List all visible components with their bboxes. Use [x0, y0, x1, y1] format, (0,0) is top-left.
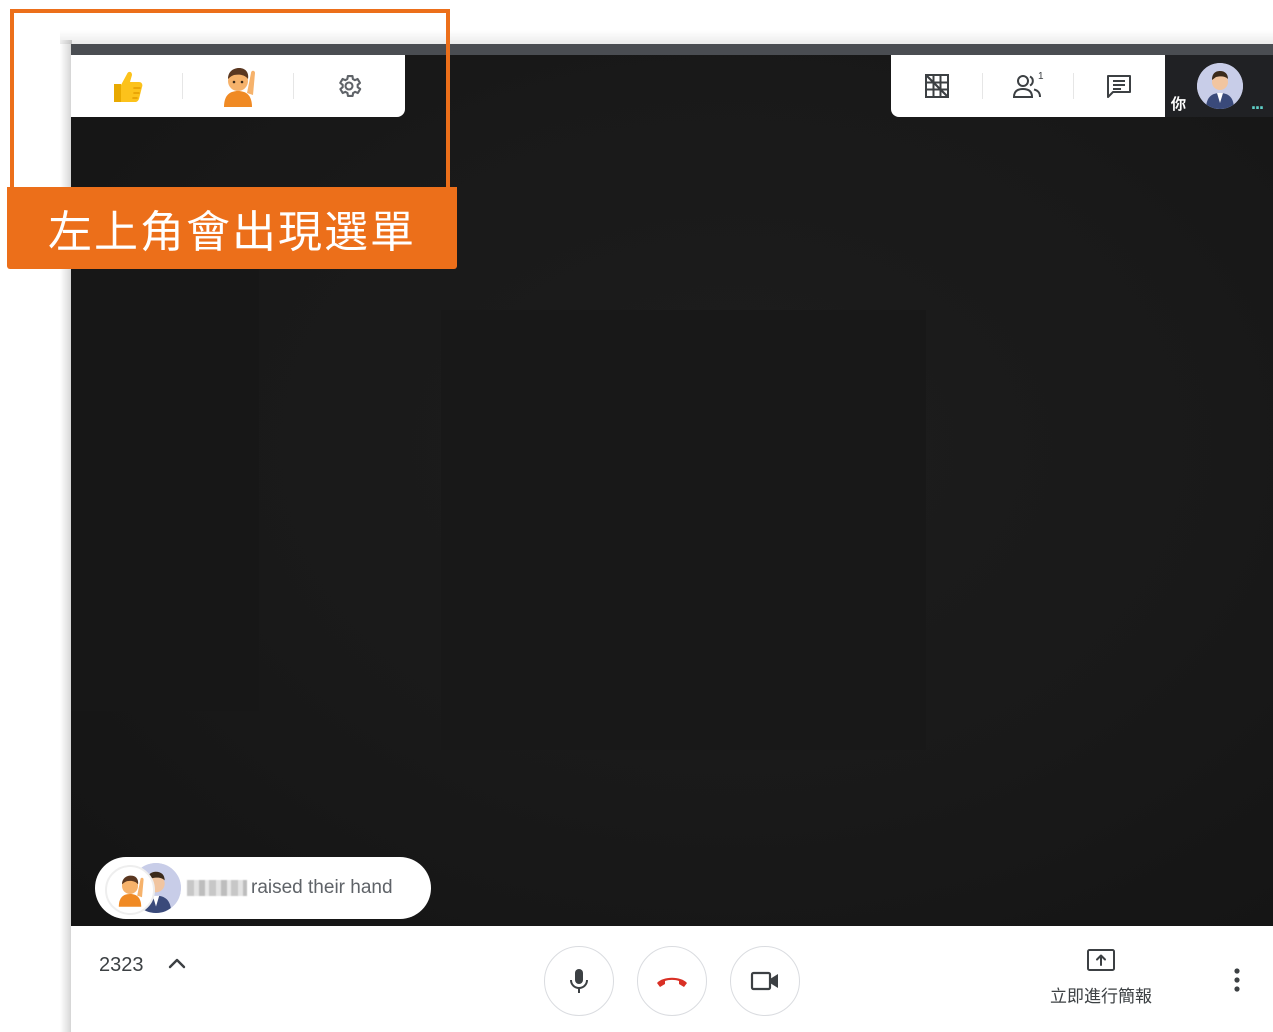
layout-grid-icon [924, 74, 949, 98]
annotation-text: 左上角會出現選單 [48, 207, 416, 258]
self-avatar [1197, 63, 1243, 109]
present-screen-icon [1087, 949, 1115, 971]
present-now-button[interactable]: 立即進行簡報 [1046, 948, 1156, 1018]
raised-hand-toast: raised their hand [95, 857, 431, 919]
chevron-up-icon[interactable] [165, 952, 189, 976]
camera-button[interactable] [730, 946, 800, 1016]
toast-name-blurred [187, 880, 247, 896]
participant-count: 1 [1038, 71, 1044, 82]
toast-hand-avatar [105, 865, 155, 915]
video-side-panel [71, 265, 259, 711]
view-toolbar: 1 [891, 55, 1165, 117]
self-label: 你 [1171, 96, 1187, 113]
layout-button[interactable] [891, 55, 982, 117]
person-avatar-icon [1197, 63, 1243, 109]
self-tile-more-dots[interactable]: ... [1251, 93, 1264, 114]
participants-button[interactable]: 1 [982, 55, 1073, 117]
chat-button[interactable] [1073, 55, 1164, 117]
hang-up-button[interactable] [637, 946, 707, 1016]
meeting-code: 2323 [99, 954, 144, 976]
more-options-icon[interactable] [1225, 966, 1249, 994]
raised-hand-icon [118, 875, 144, 907]
phone-hangup-icon [657, 977, 687, 987]
video-camera-icon [750, 971, 778, 991]
chat-icon [1106, 75, 1131, 98]
present-now-label: 立即進行簡報 [1050, 987, 1152, 1006]
microphone-button[interactable] [544, 946, 614, 1016]
annotation-highlight-box [10, 9, 450, 187]
toast-text: raised their hand [251, 877, 393, 898]
microphone-icon [570, 969, 588, 993]
video-stream [441, 310, 926, 750]
meeting-screenshot: 1 你 ... raised their hand 2323 立即進行簡報 左上… [0, 0, 1273, 1032]
annotation-label: 左上角會出現選單 [7, 187, 457, 269]
self-video-tile[interactable]: 你 ... [1165, 55, 1273, 117]
toast-avatars [95, 857, 185, 919]
bottom-control-bar: 2323 立即進行簡報 [71, 926, 1273, 1032]
